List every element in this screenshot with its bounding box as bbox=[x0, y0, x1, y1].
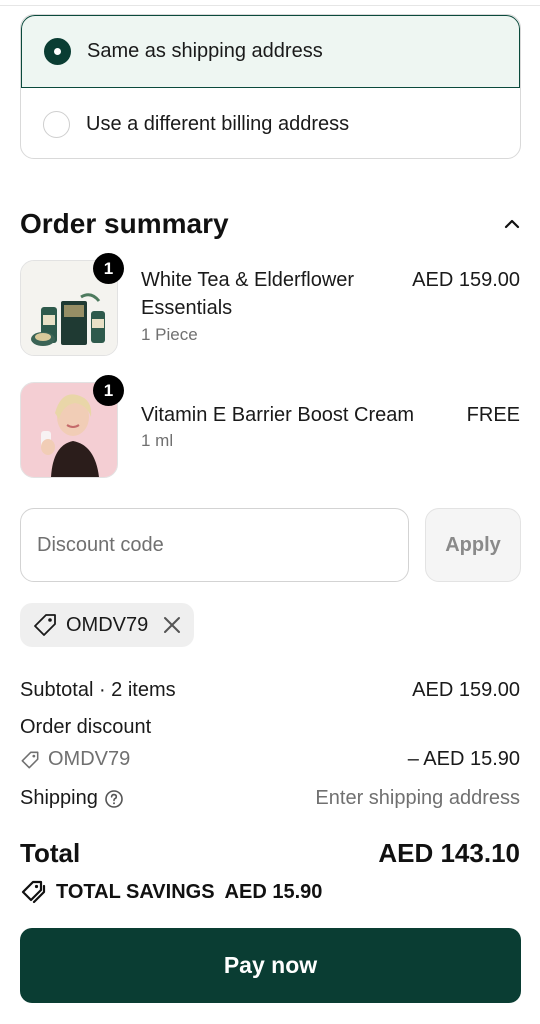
order-discount-code: OMDV79 bbox=[20, 748, 130, 771]
remove-code-icon[interactable] bbox=[162, 615, 182, 635]
applied-discount-chip: OMDV79 bbox=[20, 603, 194, 647]
billing-option-different-address[interactable]: Use a different billing address bbox=[21, 88, 520, 158]
discount-value: – AED 15.90 bbox=[407, 748, 520, 770]
subtotal-value: AED 159.00 bbox=[412, 679, 520, 701]
tag-icon bbox=[34, 614, 56, 636]
shipping-row: Shipping bbox=[20, 787, 124, 810]
applied-code-text: OMDV79 bbox=[66, 613, 149, 636]
apply-discount-button[interactable]: Apply bbox=[425, 508, 521, 582]
total-label: Total bbox=[20, 838, 81, 868]
item-name-line: Essentials bbox=[141, 297, 233, 319]
tags-icon bbox=[21, 880, 46, 904]
item-variant: 1 Piece bbox=[141, 325, 198, 344]
item-price: FREE bbox=[466, 404, 520, 426]
discount-code-text: OMDV79 bbox=[48, 748, 131, 770]
order-discount-label: Order discount bbox=[20, 716, 152, 738]
pay-now-button[interactable]: Pay now bbox=[20, 928, 521, 1003]
shipping-value: Enter shipping address bbox=[315, 787, 520, 809]
help-circle-icon[interactable] bbox=[104, 789, 124, 809]
top-divider bbox=[0, 0, 540, 6]
radio-unselected-icon[interactable] bbox=[43, 110, 70, 138]
savings-label: TOTAL SAVINGS bbox=[56, 880, 215, 903]
product-thumbnail-vitamin-e: 1 bbox=[20, 375, 124, 478]
billing-option-label: Use a different billing address bbox=[86, 112, 350, 135]
quantity-badge: 1 bbox=[93, 253, 124, 284]
billing-address-options: Same as shipping address Use a different… bbox=[20, 14, 521, 159]
radio-selected-icon[interactable] bbox=[44, 38, 71, 65]
product-thumbnail-white-tea: 1 bbox=[20, 253, 124, 356]
discount-code-input[interactable] bbox=[20, 508, 409, 582]
item-name-line: White Tea & Elderflower bbox=[141, 269, 355, 291]
item-price: AED 159.00 bbox=[412, 269, 520, 291]
subtotal-label: Subtotal · 2 items bbox=[20, 679, 176, 701]
savings-value: AED 15.90 bbox=[224, 880, 323, 903]
order-summary-title: Order summary bbox=[20, 208, 229, 239]
billing-option-label: Same as shipping address bbox=[87, 40, 323, 62]
tag-icon bbox=[21, 751, 39, 768]
quantity-badge: 1 bbox=[93, 375, 124, 406]
total-value: AED 143.10 bbox=[378, 838, 520, 868]
billing-option-same-as-shipping[interactable]: Same as shipping address bbox=[21, 15, 520, 88]
total-savings: TOTAL SAVINGS AED 15.90 bbox=[20, 878, 322, 906]
item-name: Vitamin E Barrier Boost Cream bbox=[141, 404, 415, 426]
item-name: White Tea & Elderflower Essentials bbox=[141, 266, 354, 322]
shipping-label: Shipping bbox=[20, 787, 98, 809]
item-variant: 1 ml bbox=[141, 431, 174, 450]
chevron-up-icon[interactable] bbox=[502, 214, 522, 234]
